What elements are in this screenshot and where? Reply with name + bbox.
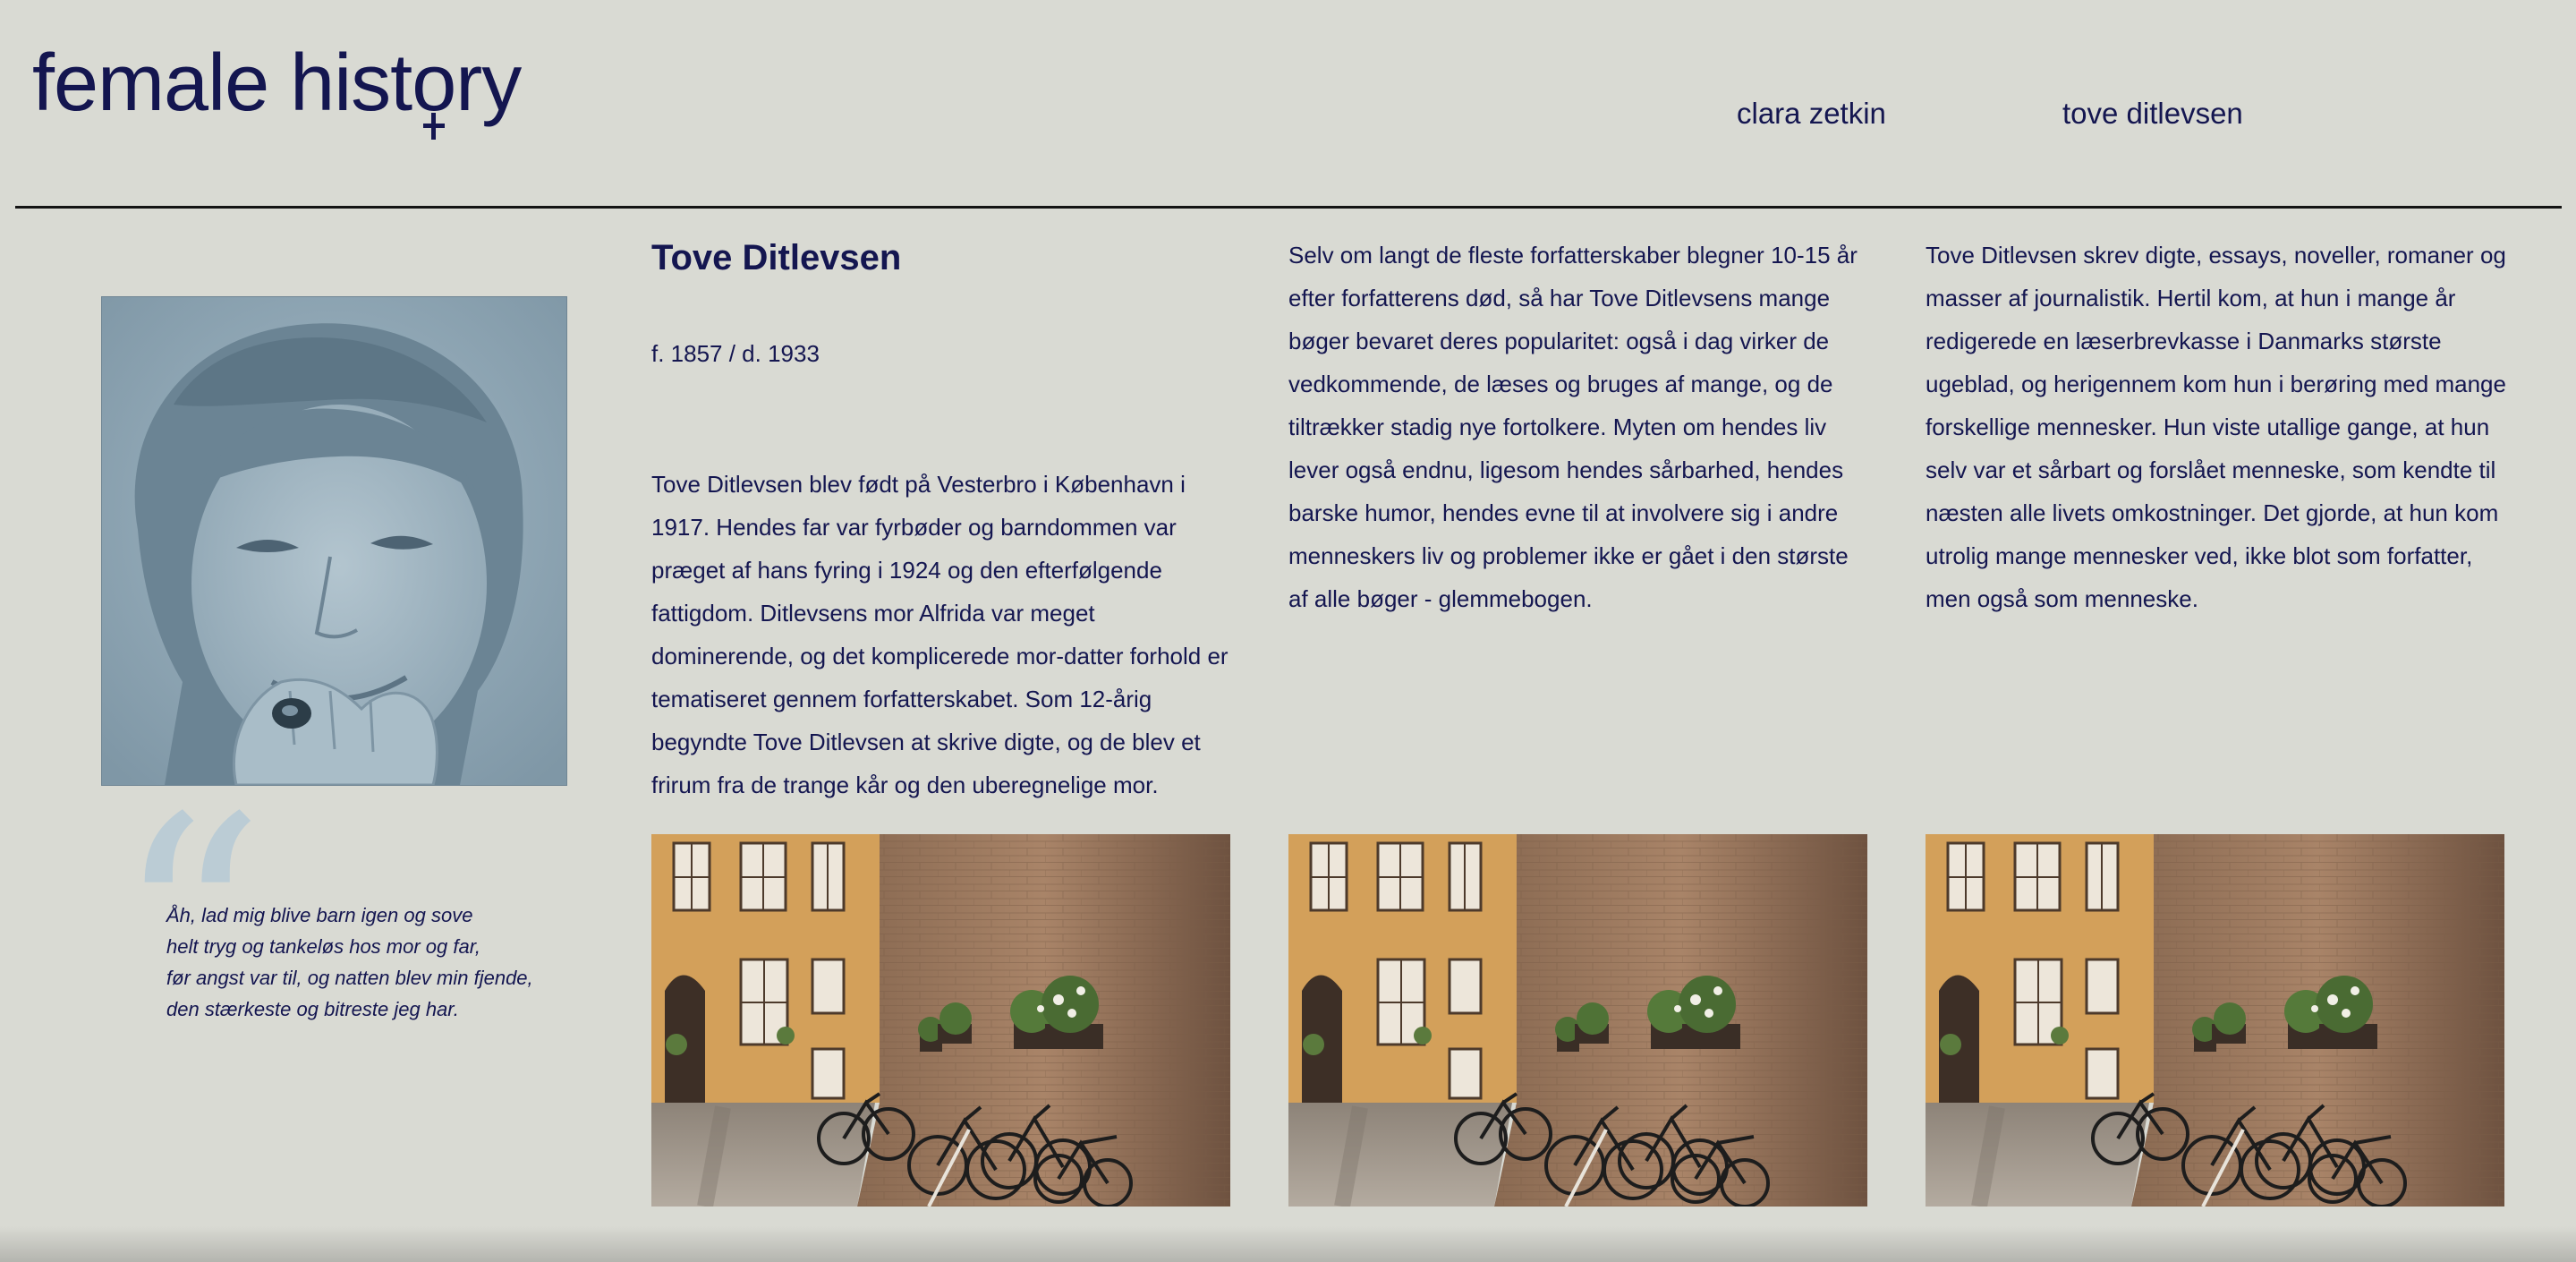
site-logo[interactable]: female histo ry: [32, 43, 522, 140]
nav-link-clara-zetkin[interactable]: clara zetkin: [1737, 97, 1886, 131]
logo-text-end: ry: [455, 38, 522, 128]
nav-link-tove-ditlevsen[interactable]: tove ditlevsen: [2062, 97, 2243, 131]
quote-line: den stærkeste og bitreste jeg har.: [166, 998, 459, 1020]
street-photo: [1926, 834, 2504, 1207]
poem-quote: Åh, lad mig blive barn igen og sove helt…: [166, 900, 578, 1025]
biography-paragraph-2: Selv om langt de fleste forfatterskaber …: [1288, 242, 1858, 612]
street-photo: [651, 834, 1230, 1207]
venus-symbol-icon: o: [412, 43, 456, 140]
page: female histo ry clara zetkin tove ditlevs…: [0, 0, 2576, 1262]
biography-paragraph-3: Tove Ditlevsen skrev digte, essays, nove…: [1926, 242, 2506, 612]
page-bottom-shadow: [0, 1226, 2576, 1262]
logo-text-start: female hist: [32, 38, 412, 128]
portrait-image: [101, 296, 567, 786]
street-photo: [1288, 834, 1867, 1207]
article-title: Tove Ditlevsen: [651, 238, 902, 277]
quote-line: før angst var til, og natten blev min fj…: [166, 967, 533, 989]
life-dates: f. 1857 / d. 1933: [651, 340, 820, 367]
quote-line: Åh, lad mig blive barn igen og sove: [166, 904, 473, 926]
quote-line: helt tryg og tankeløs hos mor og far,: [166, 935, 480, 958]
biography-paragraph-1: Tove Ditlevsen blev født på Vesterbro i …: [651, 471, 1228, 798]
header-divider: [15, 206, 2562, 209]
